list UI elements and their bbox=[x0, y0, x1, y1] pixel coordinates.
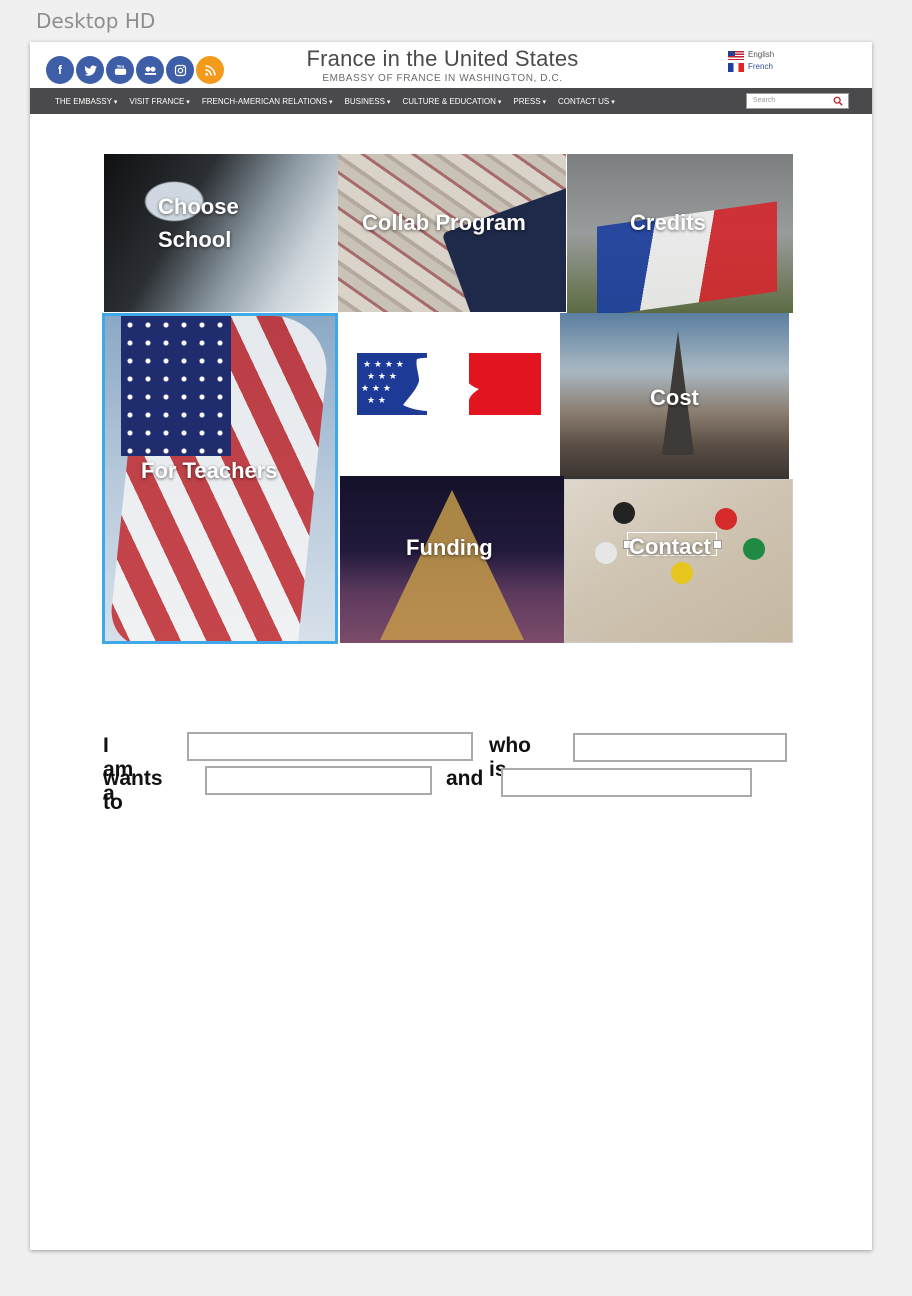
svg-text:You: You bbox=[115, 64, 124, 68]
lang-english-label: English bbox=[748, 50, 775, 59]
nav-item-contact-us[interactable]: CONTACT US bbox=[558, 97, 615, 106]
svg-text:★ ★ ★: ★ ★ ★ bbox=[367, 372, 397, 382]
france-flag-icon bbox=[728, 62, 744, 72]
us-flag-icon bbox=[728, 50, 744, 60]
facebook-icon[interactable]: f bbox=[46, 56, 74, 84]
pin-icon bbox=[595, 542, 617, 564]
twitter-icon[interactable] bbox=[76, 56, 104, 84]
role-field[interactable] bbox=[187, 732, 473, 761]
form-text-wants-to: wants to bbox=[103, 767, 163, 814]
youtube-icon[interactable]: You bbox=[106, 56, 134, 84]
lang-french[interactable]: French bbox=[728, 61, 774, 73]
site-header: f You France in the United States EMBASS… bbox=[30, 42, 872, 88]
tile-choose-school[interactable]: Choose School bbox=[104, 154, 338, 312]
pin-icon bbox=[613, 502, 635, 524]
passport-image bbox=[441, 185, 566, 312]
social-links: f You bbox=[46, 56, 224, 84]
tile-for-teachers[interactable]: For Teachers bbox=[102, 313, 338, 644]
goal-field[interactable] bbox=[205, 766, 432, 795]
flickr-icon[interactable] bbox=[136, 56, 164, 84]
status-field[interactable] bbox=[573, 733, 787, 762]
svg-text:★ ★: ★ ★ bbox=[367, 396, 386, 406]
search-placeholder: Search bbox=[753, 97, 776, 104]
svg-text:★ ★ ★ ★: ★ ★ ★ ★ bbox=[363, 360, 404, 370]
tile-credits[interactable]: Credits bbox=[567, 154, 793, 313]
instagram-icon[interactable] bbox=[166, 56, 194, 84]
nav-item-the-embassy[interactable]: THE EMBASSY bbox=[55, 97, 117, 106]
tile-contact-label: Contact bbox=[629, 534, 711, 559]
pin-icon bbox=[715, 508, 737, 530]
lang-english[interactable]: English bbox=[728, 49, 774, 61]
tile-for-teachers-label: For Teachers bbox=[141, 458, 278, 483]
pin-icon bbox=[743, 538, 765, 560]
tile-contact[interactable]: Contact bbox=[564, 479, 793, 643]
american-flag-canton bbox=[121, 316, 231, 456]
site-brand[interactable]: France in the United States EMBASSY OF F… bbox=[280, 46, 605, 84]
marianne-logo-icon: ★ ★ ★ ★ ★ ★ ★ ★ ★ ★ ★ ★ bbox=[357, 353, 541, 415]
rss-icon[interactable] bbox=[196, 56, 224, 84]
tile-collab-program[interactable]: Collab Program bbox=[338, 154, 566, 312]
search-icon[interactable] bbox=[833, 96, 843, 106]
nav-item-business[interactable]: BUSINESS bbox=[345, 97, 391, 106]
tile-choose-school-label: Choose School bbox=[158, 194, 239, 252]
tile-cost[interactable]: Cost bbox=[560, 313, 789, 479]
svg-text:★ ★ ★: ★ ★ ★ bbox=[361, 384, 391, 394]
selection-handle-right[interactable] bbox=[713, 540, 722, 549]
site-title: France in the United States bbox=[306, 46, 579, 71]
nav-item-culture-education[interactable]: CULTURE & EDUCATION bbox=[402, 97, 501, 106]
additional-goal-field[interactable] bbox=[501, 768, 752, 797]
nav-item-press[interactable]: PRESS bbox=[513, 97, 546, 106]
artboard-label: Desktop HD bbox=[36, 9, 156, 33]
language-switcher: English French bbox=[728, 49, 774, 73]
tile-cost-label: Cost bbox=[650, 385, 699, 410]
nav-item-french-american-relations[interactable]: FRENCH-AMERICAN RELATIONS bbox=[202, 97, 333, 106]
eiffel-tower-night-image bbox=[380, 490, 524, 640]
pin-icon bbox=[671, 562, 693, 584]
artboard-desktop-hd: f You France in the United States EMBASS… bbox=[30, 42, 872, 1250]
tile-funding-label: Funding bbox=[406, 535, 493, 560]
tile-collab-program-label: Collab Program bbox=[362, 210, 526, 235]
site-subtitle: EMBASSY OF FRANCE IN WASHINGTON, D.C. bbox=[322, 73, 563, 84]
main-nav: THE EMBASSY VISIT FRANCE FRENCH-AMERICAN… bbox=[30, 88, 872, 114]
tile-funding[interactable]: Funding bbox=[340, 476, 564, 643]
lang-french-label: French bbox=[748, 62, 773, 71]
search-input[interactable]: Search bbox=[746, 93, 849, 109]
tile-credits-label: Credits bbox=[630, 210, 706, 235]
tile-marianne-logo[interactable]: ★ ★ ★ ★ ★ ★ ★ ★ ★ ★ ★ ★ bbox=[338, 314, 560, 474]
form-text-and: and bbox=[446, 767, 484, 790]
nav-item-visit-france[interactable]: VISIT FRANCE bbox=[129, 97, 189, 106]
